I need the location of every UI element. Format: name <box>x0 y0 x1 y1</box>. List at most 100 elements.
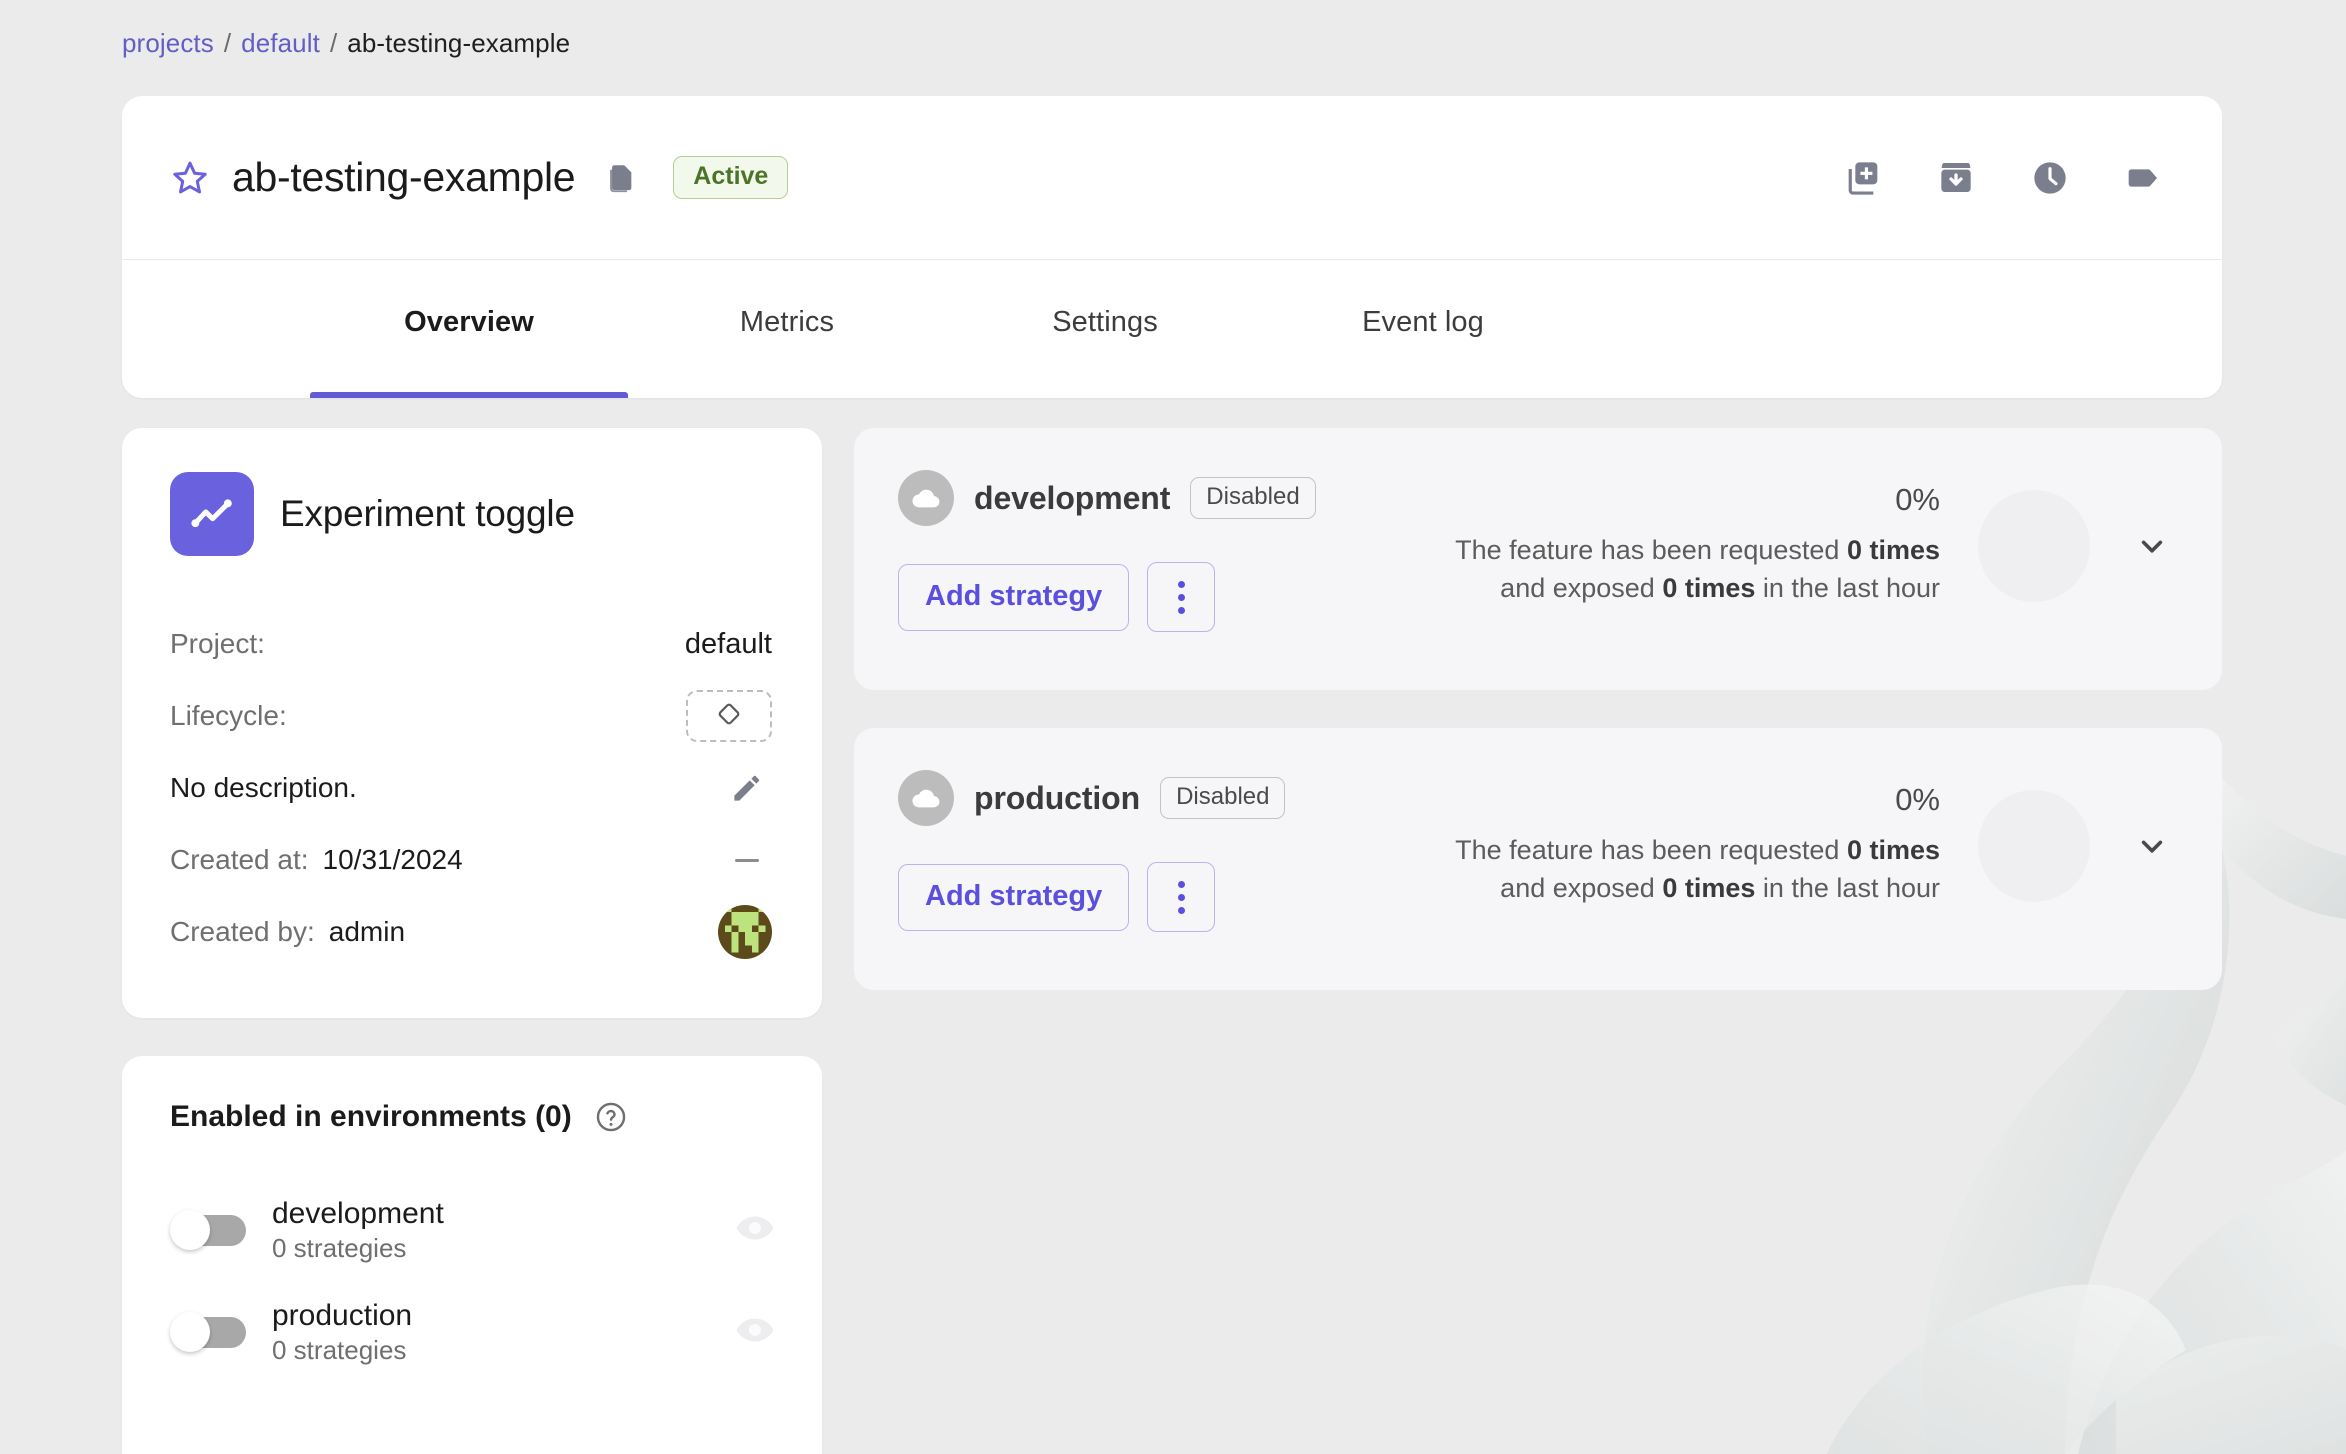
eye-icon[interactable] <box>734 1207 776 1254</box>
breadcrumb: projects / default / ab-testing-example <box>122 28 570 59</box>
enabled-card-title: Enabled in environments (0) <box>170 1100 572 1134</box>
status-chip: Disabled <box>1190 477 1315 519</box>
exposed-suffix: in the last hour <box>1755 873 1940 903</box>
environment-actions: Add strategy <box>898 562 1316 632</box>
page-title: ab-testing-example <box>232 154 575 201</box>
feature-metadata-card: Experiment toggle Project: default Lifec… <box>122 428 822 1018</box>
feature-title-row: ab-testing-example Active <box>162 150 1836 206</box>
clock-history-icon[interactable] <box>2024 152 2076 204</box>
environment-strategy-count: 0 strategies <box>272 1335 412 1366</box>
copy-icon[interactable] <box>593 151 647 205</box>
created-by-row: Created by: admin <box>170 898 772 966</box>
exposed-suffix: in the last hour <box>1755 573 1940 603</box>
tag-icon[interactable] <box>2118 152 2170 204</box>
environment-panel-left: development Disabled Add strategy <box>898 470 1316 632</box>
environment-panel-production: production Disabled Add strategy 0% The … <box>854 728 2222 990</box>
favorite-star-icon[interactable] <box>162 150 218 206</box>
environment-labels: production 0 strategies <box>272 1298 412 1366</box>
chevron-down-icon[interactable] <box>2126 820 2178 872</box>
cloud-icon <box>898 470 954 526</box>
breadcrumb-separator-1: / <box>224 28 231 58</box>
toggle-production[interactable] <box>170 1310 246 1354</box>
header-action-bar <box>1836 152 2170 204</box>
environment-toggle-row: development 0 strategies <box>170 1180 776 1282</box>
created-at-value: 10/31/2024 <box>323 844 463 876</box>
add-strategy-button[interactable]: Add strategy <box>898 864 1129 931</box>
pencil-edit-icon[interactable] <box>722 763 772 813</box>
card-bottom-spacer <box>170 1384 776 1444</box>
environment-labels: development 0 strategies <box>272 1196 444 1264</box>
feature-type-row: Experiment toggle <box>170 472 772 556</box>
tab-metrics[interactable]: Metrics <box>628 260 946 398</box>
project-value: default <box>685 628 772 661</box>
environment-metrics: 0% The feature has been requested 0 time… <box>1455 770 2178 908</box>
toggle-knob <box>170 1210 210 1250</box>
breadcrumb-current: ab-testing-example <box>347 28 570 58</box>
diamond-icon <box>716 701 742 732</box>
created-by-label: Created by: <box>170 916 315 948</box>
exposure-percentage: 0% <box>1455 484 1940 515</box>
environment-panel-header: development Disabled <box>898 470 1316 526</box>
add-strategy-button[interactable]: Add strategy <box>898 564 1129 631</box>
lifecycle-label: Lifecycle: <box>170 700 287 732</box>
exposed-prefix: and exposed <box>1500 873 1662 903</box>
created-at-row: Created at: 10/31/2024 <box>170 826 772 894</box>
tab-event-log[interactable]: Event log <box>1264 260 1582 398</box>
breadcrumb-separator-2: / <box>330 28 337 58</box>
toggle-development[interactable] <box>170 1208 246 1252</box>
environment-panel-left: production Disabled Add strategy <box>898 770 1285 932</box>
description-text: No description. <box>170 772 357 804</box>
environment-stats: 0% The feature has been requested 0 time… <box>1455 484 1940 608</box>
tab-settings[interactable]: Settings <box>946 260 1264 398</box>
enabled-card-header: Enabled in environments (0) <box>170 1100 776 1134</box>
description-row: No description. <box>170 754 772 822</box>
feature-header: ab-testing-example Active <box>122 96 2222 260</box>
status-chip: Disabled <box>1160 777 1285 819</box>
help-circle-icon[interactable] <box>594 1100 628 1134</box>
archive-download-icon[interactable] <box>1930 152 1982 204</box>
environment-metrics: 0% The feature has been requested 0 time… <box>1455 470 2178 608</box>
created-by-value: admin <box>329 916 405 948</box>
feature-header-panel: ab-testing-example Active <box>122 96 2222 398</box>
exposure-donut-chart <box>1978 490 2090 602</box>
environment-name: production <box>272 1298 412 1333</box>
requested-count: 0 times <box>1847 535 1940 565</box>
kebab-dots <box>1178 581 1185 614</box>
environment-name: development <box>272 1196 444 1231</box>
tab-bar: Overview Metrics Settings Event log <box>122 260 2222 398</box>
dash-icon <box>735 859 759 862</box>
cloud-icon <box>898 770 954 826</box>
add-to-collection-icon[interactable] <box>1836 152 1888 204</box>
chevron-down-icon[interactable] <box>2126 520 2178 572</box>
kebab-menu-icon[interactable] <box>1147 562 1215 632</box>
environment-name: development <box>974 480 1170 517</box>
project-row: Project: default <box>170 610 772 678</box>
left-column: Experiment toggle Project: default Lifec… <box>122 428 822 1454</box>
environment-panel-header: production Disabled <box>898 770 1285 826</box>
requested-stat-line: The feature has been requested 0 times <box>1455 831 1940 869</box>
environment-name: production <box>974 780 1140 817</box>
project-label: Project: <box>170 628 265 660</box>
experiment-chart-icon <box>170 472 254 556</box>
lifecycle-row: Lifecycle: <box>170 682 772 750</box>
toggle-knob <box>170 1312 210 1352</box>
requested-prefix: The feature has been requested <box>1455 835 1847 865</box>
right-column: development Disabled Add strategy 0% The… <box>854 428 2222 990</box>
eye-icon[interactable] <box>734 1309 776 1356</box>
breadcrumb-project[interactable]: default <box>241 28 320 58</box>
breadcrumb-projects[interactable]: projects <box>122 28 214 58</box>
kebab-dots <box>1178 881 1185 914</box>
lifecycle-stage-chip[interactable] <box>686 690 772 742</box>
kebab-menu-icon[interactable] <box>1147 862 1215 932</box>
feature-type-label: Experiment toggle <box>280 493 575 535</box>
environment-strategy-count: 0 strategies <box>272 1233 444 1264</box>
created-at-label: Created at: <box>170 844 309 876</box>
tab-overview[interactable]: Overview <box>310 260 628 398</box>
exposed-stat-line: and exposed 0 times in the last hour <box>1455 869 1940 907</box>
exposed-prefix: and exposed <box>1500 573 1662 603</box>
environment-toggle-row: production 0 strategies <box>170 1282 776 1384</box>
environment-panel-development: development Disabled Add strategy 0% The… <box>854 428 2222 690</box>
avatar <box>718 905 772 959</box>
created-at-trailing-dash <box>722 835 772 885</box>
environment-actions: Add strategy <box>898 862 1285 932</box>
